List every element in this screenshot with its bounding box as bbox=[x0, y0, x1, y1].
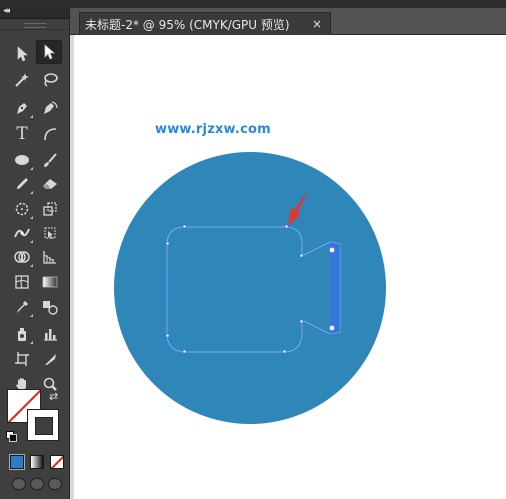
anchor-point-selected[interactable] bbox=[328, 246, 336, 254]
lens-edge bbox=[330, 242, 340, 334]
anchor-point-selected[interactable] bbox=[328, 324, 336, 332]
blue-circle[interactable] bbox=[114, 152, 386, 424]
artwork-layer bbox=[114, 152, 386, 424]
watermark-text: www.rjzxw.com bbox=[155, 122, 271, 137]
